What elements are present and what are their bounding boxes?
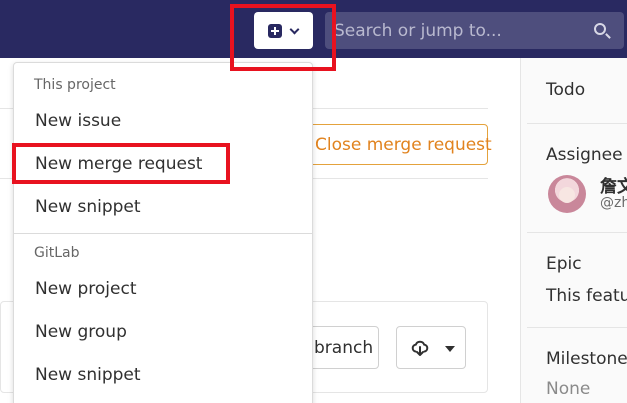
highlight-box-new-merge-request — [12, 143, 230, 184]
avatar[interactable] — [548, 175, 586, 213]
menu-item-new-issue[interactable]: New issue — [35, 111, 121, 131]
search-input[interactable]: Search or jump to... — [325, 12, 624, 49]
assignee-label: Assignee — [546, 145, 623, 165]
search-placeholder: Search or jump to... — [334, 21, 502, 41]
dropdown-header-this-project: This project — [34, 77, 116, 93]
menu-item-new-group[interactable]: New group — [35, 322, 127, 342]
assignee-username: @zh — [600, 195, 627, 211]
todo-button[interactable]: Todo — [546, 80, 585, 100]
epic-label: Epic — [546, 254, 582, 274]
menu-item-new-snippet-gitlab[interactable]: New snippet — [35, 365, 141, 385]
dropdown-divider — [14, 233, 312, 234]
download-dropdown-button[interactable] — [396, 326, 466, 369]
epic-value[interactable]: This featur — [546, 286, 627, 306]
caret-down-icon — [445, 346, 455, 352]
menu-item-new-snippet[interactable]: New snippet — [35, 197, 141, 217]
close-merge-request-button[interactable]: Close merge request — [298, 124, 492, 165]
milestone-value: None — [546, 379, 591, 399]
highlight-box-new-button — [230, 4, 336, 71]
assignee-name[interactable]: 詹文 — [600, 172, 627, 197]
divider — [527, 123, 627, 124]
divider — [527, 327, 627, 328]
search-icon[interactable] — [594, 23, 606, 35]
cloud-download-icon — [411, 340, 429, 356]
divider — [527, 232, 627, 233]
dropdown-header-gitlab: GitLab — [34, 245, 80, 261]
menu-item-new-project[interactable]: New project — [35, 279, 137, 299]
milestone-label: Milestone — [546, 349, 627, 369]
